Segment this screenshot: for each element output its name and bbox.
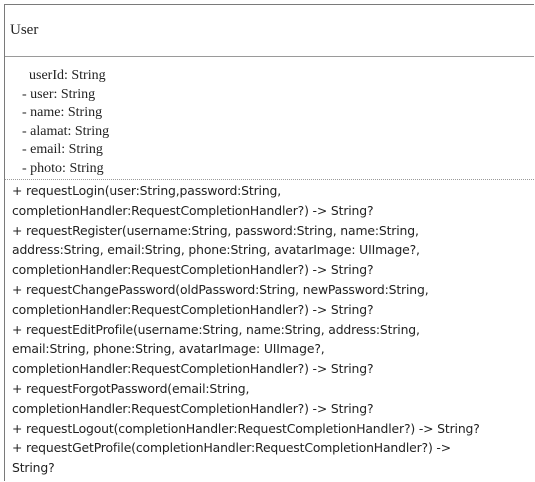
attribute-email: - email: String xyxy=(22,142,103,157)
uml-class-box: User userId: String - user: String - nam… xyxy=(4,4,534,481)
attributes-compartment: userId: String - user: String - name: St… xyxy=(5,57,534,180)
operation-request-register: + requestRegister(username:String, passw… xyxy=(12,222,419,238)
operation-request-get-profile-cont: String? xyxy=(12,460,55,476)
operations-compartment: + requestLogin(user:String,password:Stri… xyxy=(5,180,534,478)
attribute-user-id: userId: String xyxy=(22,68,106,83)
attribute-name: - name: String xyxy=(22,105,103,120)
operation-request-edit-profile: + requestEditProfile(username:String, na… xyxy=(12,321,420,337)
operation-request-change-password: + requestChangePassword(oldPassword:Stri… xyxy=(12,281,429,297)
operation-request-edit-profile-cont-2: completionHandler:RequestCompletionHandl… xyxy=(12,361,374,377)
operation-request-edit-profile-cont-1: email:String, phone:String, avatarImage:… xyxy=(12,341,325,357)
operation-request-change-password-cont: completionHandler:RequestCompletionHandl… xyxy=(12,301,374,317)
operation-request-login: + requestLogin(user:String,password:Stri… xyxy=(12,183,282,198)
attribute-photo: - photo: String xyxy=(22,160,104,176)
class-name-compartment: User xyxy=(5,5,534,57)
operation-request-login-cont: completionHandler:RequestCompletionHandl… xyxy=(12,202,374,218)
class-name: User xyxy=(10,22,39,38)
operation-request-register-cont-1: address:String, email:String, phone:Stri… xyxy=(12,242,420,258)
attribute-alamat: - alamat: String xyxy=(22,123,110,139)
operation-request-register-cont-2: completionHandler:RequestCompletionHandl… xyxy=(12,262,374,278)
operation-request-forgot-password-cont: completionHandler:RequestCompletionHandl… xyxy=(12,400,374,416)
operation-request-forgot-password: + requestForgotPassword(email:String, xyxy=(12,380,250,396)
operation-request-get-profile: + requestGetProfile(completionHandler:Re… xyxy=(12,440,451,456)
attribute-user: - user: String xyxy=(22,86,96,102)
operation-request-logout: + requestLogout(completionHandler:Reques… xyxy=(12,420,480,436)
